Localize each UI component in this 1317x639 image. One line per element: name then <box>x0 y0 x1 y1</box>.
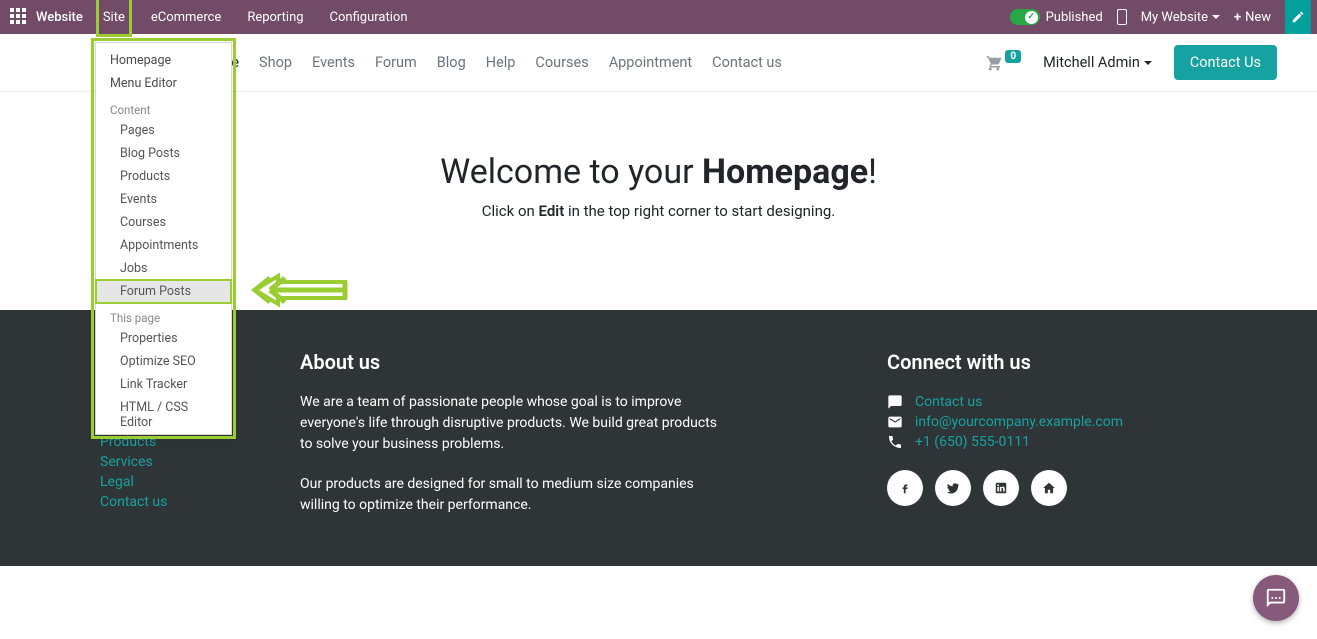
cart-count-badge: 0 <box>1005 50 1021 63</box>
admin-menu-configuration[interactable]: Configuration <box>326 0 412 34</box>
published-label: Published <box>1046 10 1103 25</box>
website-switcher[interactable]: My Website <box>1141 10 1220 25</box>
dd-courses[interactable]: Courses <box>96 211 231 234</box>
publish-toggle[interactable]: ✓ Published <box>1010 9 1103 25</box>
nav-appointment[interactable]: Appointment <box>609 54 692 71</box>
nav-contact[interactable]: Contact us <box>712 54 782 71</box>
plus-icon: + <box>1234 10 1241 25</box>
about-text-1: We are a team of passionate people whose… <box>300 392 730 455</box>
nav-events[interactable]: Events <box>312 54 355 71</box>
nav-courses[interactable]: Courses <box>535 54 588 71</box>
mobile-preview-icon[interactable] <box>1117 9 1127 25</box>
annotation-arrow <box>250 270 350 314</box>
twitter-button[interactable] <box>935 470 971 506</box>
footer-link-contact[interactable]: Contact us <box>100 492 260 512</box>
phone-icon <box>887 434 903 450</box>
speech-icon <box>887 394 903 410</box>
about-title: About us <box>300 350 730 374</box>
facebook-button[interactable] <box>887 470 923 506</box>
admin-menu-ecommerce[interactable]: eCommerce <box>147 0 225 34</box>
dd-events[interactable]: Events <box>96 188 231 211</box>
dd-properties[interactable]: Properties <box>96 327 231 350</box>
linkedin-button[interactable] <box>983 470 1019 506</box>
dd-content-header: Content <box>96 95 231 119</box>
brand-label[interactable]: Website <box>36 10 83 25</box>
footer-link-products[interactable]: Products <box>100 432 260 452</box>
footer-link-services[interactable]: Services <box>100 452 260 472</box>
chevron-down-icon <box>1212 15 1220 23</box>
cart-button[interactable]: 0 <box>985 54 1021 72</box>
about-text-2: Our products are designed for small to m… <box>300 474 730 516</box>
footer-link-legal[interactable]: Legal <box>100 472 260 492</box>
admin-menu-reporting[interactable]: Reporting <box>243 0 307 34</box>
dd-homepage[interactable]: Homepage <box>96 43 231 72</box>
nav-shop[interactable]: Shop <box>259 54 292 71</box>
dd-appointments[interactable]: Appointments <box>96 234 231 257</box>
dd-forum-posts[interactable]: Forum Posts <box>96 280 231 303</box>
dd-optimize-seo[interactable]: Optimize SEO <box>96 350 231 373</box>
apps-icon[interactable] <box>10 8 28 26</box>
site-dropdown: Homepage Menu Editor Content Pages Blog … <box>95 42 232 435</box>
user-menu[interactable]: Mitchell Admin <box>1043 54 1152 71</box>
envelope-icon <box>887 414 903 430</box>
dd-link-tracker[interactable]: Link Tracker <box>96 373 231 396</box>
footer-phone[interactable]: +1 (650) 555-0111 <box>915 434 1030 450</box>
dd-products[interactable]: Products <box>96 165 231 188</box>
nav-help[interactable]: Help <box>486 54 516 71</box>
dd-pages[interactable]: Pages <box>96 119 231 142</box>
contact-us-button[interactable]: Contact Us <box>1174 45 1277 80</box>
home-social-button[interactable] <box>1031 470 1067 506</box>
footer-email[interactable]: info@yourcompany.example.com <box>915 414 1123 430</box>
nav-forum[interactable]: Forum <box>375 54 417 71</box>
dd-blog-posts[interactable]: Blog Posts <box>96 142 231 165</box>
dd-html-css-editor[interactable]: HTML / CSS Editor <box>96 396 231 434</box>
edit-button[interactable] <box>1285 0 1311 34</box>
dd-thispage-header: This page <box>96 303 231 327</box>
chevron-down-icon <box>1144 61 1152 69</box>
connect-title: Connect with us <box>887 350 1227 374</box>
dd-menu-editor[interactable]: Menu Editor <box>96 72 231 95</box>
new-button[interactable]: + New <box>1234 10 1271 25</box>
chat-fab[interactable] <box>1253 575 1299 621</box>
nav-blog[interactable]: Blog <box>437 54 466 71</box>
dd-jobs[interactable]: Jobs <box>96 257 231 280</box>
footer-contact-link[interactable]: Contact us <box>915 394 982 410</box>
admin-menu-site[interactable]: Site <box>99 0 129 34</box>
